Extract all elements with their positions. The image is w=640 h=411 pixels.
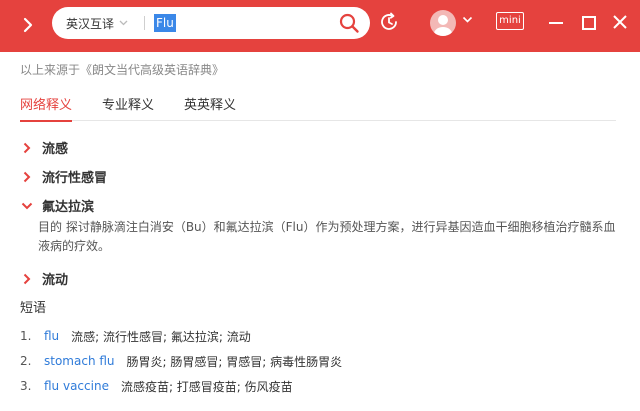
search-divider [144, 16, 145, 30]
chevron-right-icon [20, 169, 34, 183]
tab-professional-definitions[interactable]: 专业释义 [102, 97, 154, 121]
mini-mode-button[interactable]: mini [496, 12, 524, 30]
close-icon[interactable] [610, 12, 630, 32]
phrase-translation: 肠胃炎; 肠胃感冒; 胃感冒; 病毒性肠胃炎 [126, 354, 343, 369]
list-item: 2. stomach flu 肠胃炎; 肠胃感冒; 胃感冒; 病毒性肠胃炎 [20, 351, 342, 371]
chevron-down-icon[interactable] [462, 14, 473, 27]
phrase-translation: 流感; 流行性感冒; 氟达拉滨; 流动 [71, 329, 251, 344]
phrase-term-link[interactable]: flu vaccine [44, 379, 109, 393]
phrase-number: 2. [20, 354, 32, 368]
example-sentence: 目的 探讨静脉滴注白消安（Bu）和氟达拉滨（Flu）作为预处理方案，进行异基因造… [38, 220, 616, 253]
sense-item-expanded[interactable]: 氟达拉滨 [20, 195, 94, 215]
sense-label: 氟达拉滨 [42, 199, 95, 215]
history-icon[interactable] [378, 11, 400, 33]
sense-item[interactable]: 流动 [20, 268, 68, 288]
translation-mode-select[interactable]: 英汉互译 [66, 14, 128, 32]
list-item: 1. flu 流感; 流行性感冒; 氟达拉滨; 流动 [20, 326, 251, 346]
sense-label: 流动 [42, 272, 69, 288]
minimize-icon[interactable] [546, 14, 566, 32]
phrase-term-link[interactable]: flu [44, 329, 59, 343]
sense-label: 流行性感冒 [42, 170, 108, 186]
definition-tabs: 网络释义 专业释义 英英释义 [20, 97, 616, 122]
search-icon[interactable] [338, 12, 360, 34]
list-item: 3. flu vaccine 流感疫苗; 打感冒疫苗; 伤风疫苗 [20, 376, 293, 396]
phrase-term-link[interactable]: stomach flu [44, 354, 115, 368]
chevron-right-icon [20, 140, 34, 154]
phrase-number: 1. [20, 329, 32, 343]
maximize-icon[interactable] [580, 14, 598, 32]
tab-english-definitions[interactable]: 英英释义 [184, 97, 236, 121]
source-note: 以上来源于《朗文当代高级英语辞典》 [20, 63, 225, 77]
search-box: 英汉互译 Flu [52, 7, 370, 39]
sense-item[interactable]: 流行性感冒 [20, 166, 107, 186]
phrases-title: 短语 [20, 301, 47, 316]
avatar[interactable] [430, 10, 456, 36]
chevron-down-icon [20, 198, 34, 212]
tab-web-definitions[interactable]: 网络释义 [20, 97, 73, 122]
expand-arrow-icon[interactable] [18, 13, 38, 37]
chevron-down-icon [119, 18, 128, 29]
sense-item[interactable]: 流感 [20, 137, 68, 157]
translation-mode-label: 英汉互译 [66, 16, 115, 31]
chevron-right-icon [20, 271, 34, 285]
sense-label: 流感 [42, 141, 69, 157]
title-bar: 英汉互译 Flu mini [0, 0, 640, 52]
phrase-translation: 流感疫苗; 打感冒疫苗; 伤风疫苗 [120, 379, 293, 394]
phrase-number: 3. [20, 379, 32, 393]
search-input[interactable] [154, 13, 324, 33]
